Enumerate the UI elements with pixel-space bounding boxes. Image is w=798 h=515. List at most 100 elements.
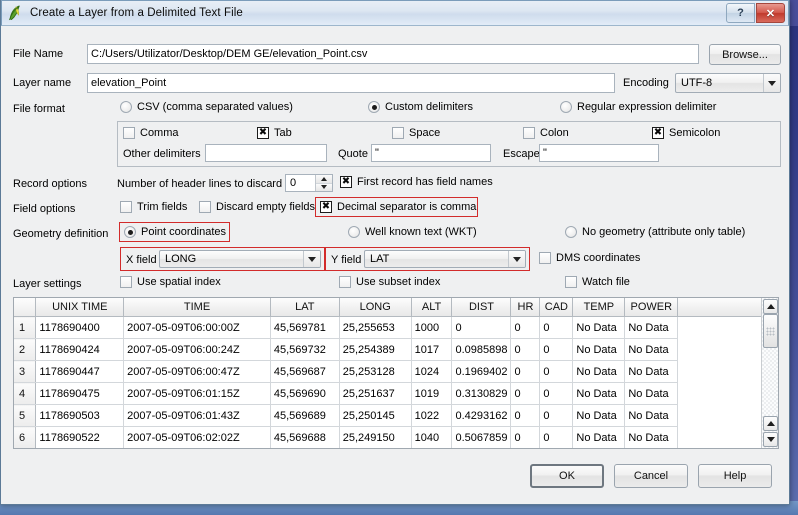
column-header-long[interactable]: LONG xyxy=(339,298,412,317)
checkbox-tab[interactable]: Tab xyxy=(257,127,292,139)
column-header-hr[interactable]: HR xyxy=(510,298,541,317)
browse-button[interactable]: Browse... xyxy=(709,44,781,65)
table-row[interactable]: 1 1178690400 2007-05-09T06:00:00Z 45,569781… xyxy=(14,316,761,339)
row-number[interactable]: 2 xyxy=(14,338,37,361)
quote-input[interactable]: " xyxy=(371,144,491,162)
cell-lat[interactable]: 45,569688 xyxy=(270,426,340,448)
cell-lat[interactable]: 45,569781 xyxy=(270,316,340,339)
cell-unix-time[interactable]: 1178690503 xyxy=(35,404,125,427)
cell-alt[interactable]: 1040 xyxy=(411,426,453,448)
cell-time[interactable]: 2007-05-09T06:00:47Z xyxy=(123,360,271,383)
cell-unix-time[interactable]: 1178690447 xyxy=(35,360,125,383)
spin-down-icon[interactable] xyxy=(316,183,332,191)
cell-time[interactable]: 2007-05-09T06:00:24Z xyxy=(123,338,271,361)
cell-dist[interactable]: 0.0985898 xyxy=(451,338,512,361)
checkbox-use-subset-index[interactable]: Use subset index xyxy=(339,276,440,288)
checkbox-colon[interactable]: Colon xyxy=(523,127,569,139)
checkbox-space[interactable]: Space xyxy=(392,127,440,139)
cell-temp[interactable]: No Data xyxy=(572,426,626,448)
table-row[interactable]: 4 1178690475 2007-05-09T06:01:15Z 45,569690… xyxy=(14,382,761,405)
radio-point-coordinates[interactable]: Point coordinates xyxy=(124,226,226,238)
cell-power[interactable]: No Data xyxy=(624,338,679,361)
cell-cad[interactable]: 0 xyxy=(539,338,574,361)
cell-cad[interactable]: 0 xyxy=(539,426,574,448)
column-header-dist[interactable]: DIST xyxy=(451,298,512,317)
column-header-alt[interactable]: ALT xyxy=(411,298,453,317)
ok-button[interactable]: OK xyxy=(530,464,604,488)
scrollbar-thumb[interactable] xyxy=(763,314,778,348)
other-delimiters-input[interactable] xyxy=(205,144,327,162)
column-header-power[interactable]: POWER xyxy=(624,298,679,317)
cell-long[interactable]: 25,249150 xyxy=(339,426,412,448)
cell-hr[interactable]: 0 xyxy=(510,360,541,383)
cell-hr[interactable]: 0 xyxy=(510,316,541,339)
cell-power[interactable]: No Data xyxy=(624,404,679,427)
titlebar-close-button[interactable]: ✕ xyxy=(756,3,785,23)
column-header-temp[interactable]: TEMP xyxy=(572,298,626,317)
row-number[interactable]: 6 xyxy=(14,426,37,448)
cell-time[interactable]: 2007-05-09T06:02:02Z xyxy=(123,426,271,448)
cell-cad[interactable]: 0 xyxy=(539,360,574,383)
titlebar-help-button[interactable]: ? xyxy=(726,3,755,23)
cell-alt[interactable]: 1000 xyxy=(411,316,453,339)
cell-long[interactable]: 25,255653 xyxy=(339,316,412,339)
cell-long[interactable]: 25,253128 xyxy=(339,360,412,383)
cell-temp[interactable]: No Data xyxy=(572,316,626,339)
cell-lat[interactable]: 45,569689 xyxy=(270,404,340,427)
cell-lat[interactable]: 45,569690 xyxy=(270,382,340,405)
checkbox-semicolon[interactable]: Semicolon xyxy=(652,127,720,139)
cell-temp[interactable]: No Data xyxy=(572,404,626,427)
radio-csv[interactable]: CSV (comma separated values) xyxy=(120,101,293,113)
cell-hr[interactable]: 0 xyxy=(510,426,541,448)
cell-time[interactable]: 2007-05-09T06:00:00Z xyxy=(123,316,271,339)
spinbox-buttons[interactable] xyxy=(315,175,332,191)
table-row[interactable]: 3 1178690447 2007-05-09T06:00:47Z 45,569687… xyxy=(14,360,761,383)
cell-cad[interactable]: 0 xyxy=(539,404,574,427)
cell-temp[interactable]: No Data xyxy=(572,382,626,405)
cell-hr[interactable]: 0 xyxy=(510,404,541,427)
layer-name-input[interactable]: elevation_Point xyxy=(87,73,615,93)
column-header-lat[interactable]: LAT xyxy=(270,298,340,317)
checkbox-comma[interactable]: Comma xyxy=(123,127,179,139)
cell-power[interactable]: No Data xyxy=(624,426,679,448)
file-name-input[interactable]: C:/Users/Utilizator/Desktop/DEM GE/eleva… xyxy=(87,44,699,64)
cell-cad[interactable]: 0 xyxy=(539,382,574,405)
radio-custom-delimiters[interactable]: Custom delimiters xyxy=(368,101,473,113)
help-button[interactable]: Help xyxy=(698,464,772,488)
cancel-button[interactable]: Cancel xyxy=(614,464,688,488)
cell-unix-time[interactable]: 1178690475 xyxy=(35,382,125,405)
cell-long[interactable]: 25,251637 xyxy=(339,382,412,405)
checkbox-first-record-field-names[interactable]: First record has field names xyxy=(340,176,493,188)
cell-long[interactable]: 25,250145 xyxy=(339,404,412,427)
checkbox-trim-fields[interactable]: Trim fields xyxy=(120,201,187,213)
cell-dist[interactable]: 0 xyxy=(451,316,512,339)
scroll-page-up-arrow-icon[interactable] xyxy=(763,416,778,431)
cell-lat[interactable]: 45,569732 xyxy=(270,338,340,361)
preview-table[interactable]: UNIX TIME TIME LAT LONG ALT DIST HR CAD TEMP POWE… xyxy=(13,297,779,449)
cell-dist[interactable]: 0.4293162 xyxy=(451,404,512,427)
row-number[interactable]: 4 xyxy=(14,382,37,405)
cell-dist[interactable]: 0.5067859 xyxy=(451,426,512,448)
radio-wkt[interactable]: Well known text (WKT) xyxy=(348,226,477,238)
cell-power[interactable]: No Data xyxy=(624,360,679,383)
cell-alt[interactable]: 1022 xyxy=(411,404,453,427)
cell-time[interactable]: 2007-05-09T06:01:43Z xyxy=(123,404,271,427)
cell-hr[interactable]: 0 xyxy=(510,382,541,405)
table-row[interactable]: 5 1178690503 2007-05-09T06:01:43Z 45,569689… xyxy=(14,404,761,427)
cell-temp[interactable]: No Data xyxy=(572,360,626,383)
cell-power[interactable]: No Data xyxy=(624,382,679,405)
cell-power[interactable]: No Data xyxy=(624,316,679,339)
header-lines-spinbox[interactable]: 0 xyxy=(285,174,333,192)
escape-input[interactable]: " xyxy=(539,144,659,162)
cell-unix-time[interactable]: 1178690400 xyxy=(35,316,125,339)
column-header-cad[interactable]: CAD xyxy=(539,298,574,317)
preview-table-vertical-scrollbar[interactable] xyxy=(761,298,778,448)
title-bar[interactable]: Create a Layer from a Delimited Text Fil… xyxy=(1,0,789,26)
radio-no-geometry[interactable]: No geometry (attribute only table) xyxy=(565,226,745,238)
y-field-combo[interactable]: LAT xyxy=(364,250,526,268)
row-number[interactable]: 5 xyxy=(14,404,37,427)
cell-dist[interactable]: 0.1969402 xyxy=(451,360,512,383)
cell-alt[interactable]: 1019 xyxy=(411,382,453,405)
cell-time[interactable]: 2007-05-09T06:01:15Z xyxy=(123,382,271,405)
column-header-unix-time[interactable]: UNIX TIME xyxy=(35,298,125,317)
